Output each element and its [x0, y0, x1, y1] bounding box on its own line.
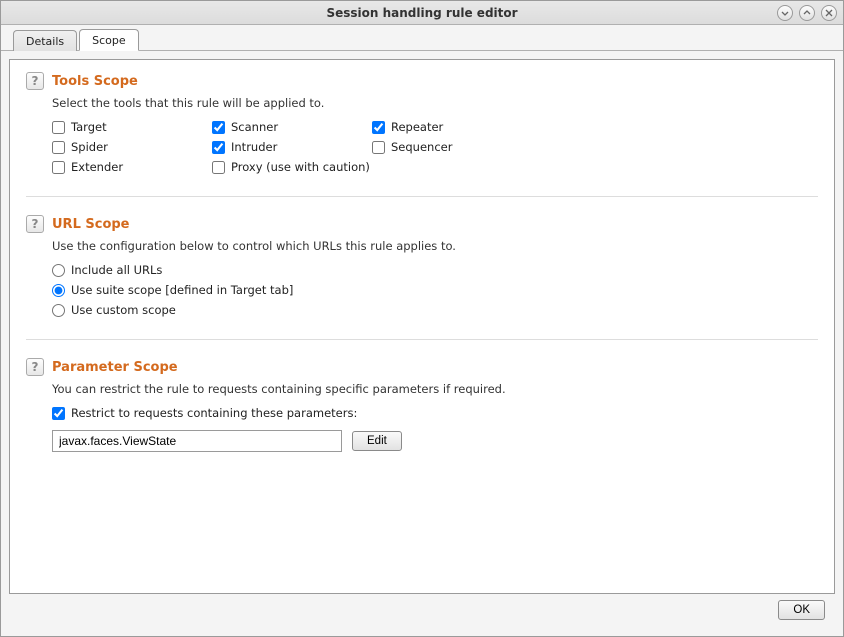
radio-custom-scope-label: Use custom scope [71, 303, 176, 317]
url-scope-title: URL Scope [52, 217, 130, 232]
window: Session handling rule editor Details Sco… [0, 0, 844, 637]
checkbox-proxy-label: Proxy (use with caution) [231, 160, 370, 174]
divider [26, 196, 818, 197]
url-scope-section: ? URL Scope Use the configuration below … [26, 215, 818, 317]
titlebar: Session handling rule editor [1, 1, 843, 25]
checkbox-spider[interactable]: Spider [52, 140, 212, 154]
checkbox-extender[interactable]: Extender [52, 160, 212, 174]
checkbox-extender-label: Extender [71, 160, 123, 174]
param-row: Edit [52, 430, 818, 452]
checkbox-extender-input[interactable] [52, 161, 65, 174]
checkbox-spider-label: Spider [71, 140, 108, 154]
radio-suite-scope-label: Use suite scope [defined in Target tab] [71, 283, 293, 297]
radio-include-all-label: Include all URLs [71, 263, 162, 277]
checkbox-sequencer-input[interactable] [372, 141, 385, 154]
close-icon[interactable] [821, 5, 837, 21]
param-scope-title: Parameter Scope [52, 360, 178, 375]
checkbox-repeater-label: Repeater [391, 120, 443, 134]
url-scope-desc: Use the configuration below to control w… [52, 239, 818, 253]
help-icon[interactable]: ? [26, 72, 44, 90]
edit-button[interactable]: Edit [352, 431, 402, 451]
checkbox-restrict-input[interactable] [52, 407, 65, 420]
radio-include-all-input[interactable] [52, 264, 65, 277]
checkbox-scanner-label: Scanner [231, 120, 278, 134]
checkbox-restrict[interactable]: Restrict to requests containing these pa… [52, 406, 818, 420]
help-icon[interactable]: ? [26, 215, 44, 233]
radio-custom-scope-input[interactable] [52, 304, 65, 317]
window-title: Session handling rule editor [7, 6, 837, 20]
checkbox-proxy[interactable]: Proxy (use with caution) [212, 160, 532, 174]
url-scope-radios: Include all URLs Use suite scope [define… [52, 263, 818, 317]
maximize-icon[interactable] [799, 5, 815, 21]
param-value-input[interactable] [52, 430, 342, 452]
tab-details[interactable]: Details [13, 30, 77, 51]
tools-scope-title: Tools Scope [52, 74, 138, 89]
checkbox-sequencer-label: Sequencer [391, 140, 452, 154]
checkbox-target[interactable]: Target [52, 120, 212, 134]
radio-suite-scope-input[interactable] [52, 284, 65, 297]
tools-scope-section: ? Tools Scope Select the tools that this… [26, 72, 818, 174]
divider [26, 339, 818, 340]
checkbox-repeater-input[interactable] [372, 121, 385, 134]
checkbox-sequencer[interactable]: Sequencer [372, 140, 532, 154]
checkbox-restrict-label: Restrict to requests containing these pa… [71, 406, 357, 420]
help-icon[interactable]: ? [26, 358, 44, 376]
param-scope-section: ? Parameter Scope You can restrict the r… [26, 358, 818, 452]
radio-suite-scope[interactable]: Use suite scope [defined in Target tab] [52, 283, 818, 297]
checkbox-spider-input[interactable] [52, 141, 65, 154]
ok-button[interactable]: OK [778, 600, 825, 620]
content-outer: ? Tools Scope Select the tools that this… [1, 51, 843, 636]
minimize-icon[interactable] [777, 5, 793, 21]
scope-panel: ? Tools Scope Select the tools that this… [9, 59, 835, 594]
checkbox-target-input[interactable] [52, 121, 65, 134]
checkbox-intruder-input[interactable] [212, 141, 225, 154]
window-controls [777, 5, 837, 21]
checkbox-intruder[interactable]: Intruder [212, 140, 372, 154]
tools-checkbox-grid: Target Scanner Repeater Spider [52, 120, 818, 174]
radio-include-all[interactable]: Include all URLs [52, 263, 818, 277]
param-scope-desc: You can restrict the rule to requests co… [52, 382, 818, 396]
checkbox-intruder-label: Intruder [231, 140, 277, 154]
footer: OK [9, 594, 835, 628]
checkbox-scanner[interactable]: Scanner [212, 120, 372, 134]
tab-scope[interactable]: Scope [79, 29, 139, 51]
radio-custom-scope[interactable]: Use custom scope [52, 303, 818, 317]
checkbox-scanner-input[interactable] [212, 121, 225, 134]
checkbox-proxy-input[interactable] [212, 161, 225, 174]
tabstrip: Details Scope [1, 25, 843, 51]
tools-scope-desc: Select the tools that this rule will be … [52, 96, 818, 110]
checkbox-target-label: Target [71, 120, 107, 134]
checkbox-repeater[interactable]: Repeater [372, 120, 532, 134]
